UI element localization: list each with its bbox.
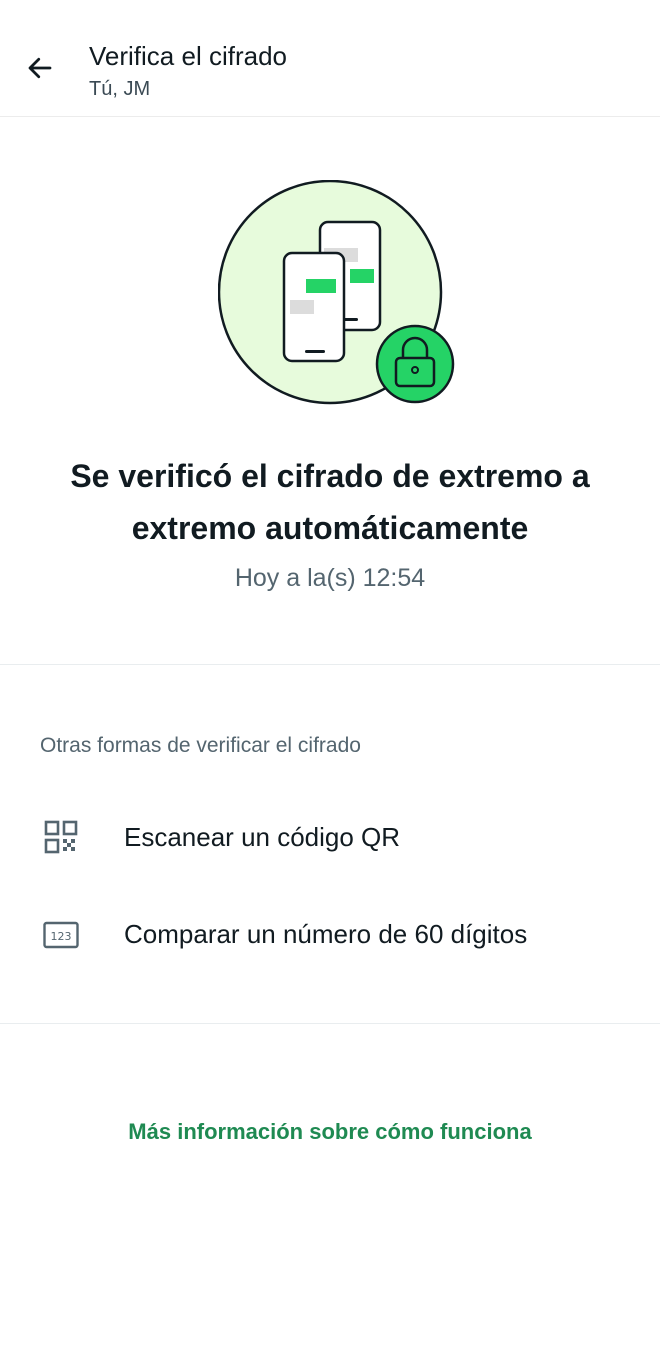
verification-status-headline: Se verificó el cifrado de extremo a extr… <box>70 458 590 546</box>
scan-qr-option-label: Escanear un código QR <box>124 822 401 852</box>
verification-timestamp: Hoy a la(s) 12:54 <box>234 564 426 592</box>
divider <box>0 1023 660 1024</box>
learn-more-link[interactable]: Más información sobre cómo funciona <box>0 1116 660 1148</box>
number-123-icon: 123 <box>42 916 80 954</box>
qr-code-icon <box>42 818 80 856</box>
section-label-other-methods: Otras formas de verificar el cifrado <box>40 734 361 757</box>
app-bar: Verifica el cifrado Tú, JM <box>0 0 660 117</box>
page-title: Verifica el cifrado <box>89 41 287 71</box>
compare-number-option[interactable]: 123 Comparar un número de 60 dígitos <box>0 889 660 979</box>
phones-lock-illustration <box>217 179 458 408</box>
divider <box>0 664 660 665</box>
page-subtitle: Tú, JM <box>89 78 151 100</box>
back-button[interactable] <box>14 42 66 94</box>
scan-qr-option[interactable]: Escanear un código QR <box>0 792 660 882</box>
svg-text:123: 123 <box>51 930 72 943</box>
arrow-left-icon <box>28 57 52 79</box>
compare-number-option-label: Comparar un número de 60 dígitos <box>124 919 528 949</box>
